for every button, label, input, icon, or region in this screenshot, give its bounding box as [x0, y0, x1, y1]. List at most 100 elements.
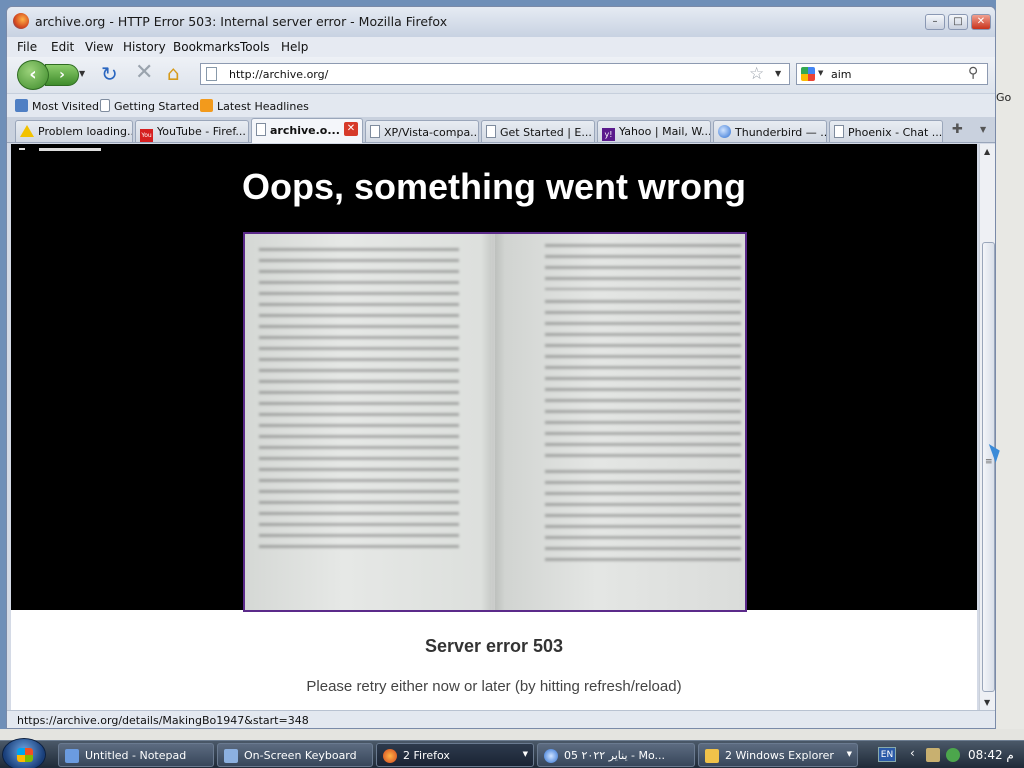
page-content: Oops, something went wrong Server error … [11, 144, 977, 710]
url-input[interactable]: http://archive.org/ [229, 68, 328, 81]
taskbar-item-keyboard[interactable]: On-Screen Keyboard [217, 743, 373, 767]
tab-phoenix[interactable]: Phoenix - Chat ... [829, 120, 943, 142]
page-heading: Oops, something went wrong [242, 166, 746, 207]
taskbar-item-label: 2 Firefox [403, 749, 450, 762]
menu-help[interactable]: Help [281, 40, 308, 54]
search-bar[interactable]: ▼ aim ⚲ [796, 63, 988, 85]
keyboard-icon [224, 749, 238, 763]
search-input[interactable]: aim [831, 68, 852, 81]
bookmarks-toolbar: Most Visited Getting Started Latest Head… [7, 93, 995, 117]
tab-label: Thunderbird — ... [735, 126, 827, 139]
stop-icon[interactable]: ✕ [135, 62, 153, 84]
tab-list-dropdown-icon[interactable]: ▼ [980, 125, 986, 134]
page-icon [100, 99, 110, 112]
navigation-toolbar: › ‹ ▼ ↻ ✕ ⌂ http://archive.org/ ☆ ▼ ▼ ai… [7, 57, 995, 93]
tab-scroll-icon[interactable]: ✚ [952, 122, 963, 137]
loading-indicator-dash [19, 148, 25, 150]
tab-thunderbird[interactable]: Thunderbird — ... [713, 120, 827, 142]
book-scan-image [243, 232, 747, 612]
taskbar-item-thunderbird[interactable]: 05 يناير ٢٠٢٢ - Mo... [537, 743, 695, 767]
back-forward-group: › ‹ [17, 60, 79, 90]
page-icon [256, 123, 266, 136]
firefox-icon [383, 749, 397, 763]
tab-label: Problem loading... [38, 125, 133, 138]
desktop-background [996, 0, 1024, 740]
thunderbird-icon [544, 749, 558, 763]
rss-icon [200, 99, 213, 112]
taskbar-item-explorer[interactable]: 2 Windows Explorer ▼ [698, 743, 858, 767]
vertical-scrollbar[interactable]: ▲ ≡ ▼ [979, 144, 995, 710]
menu-bar: File Edit View History Bookmarks Tools H… [7, 37, 995, 57]
scrollbar-thumb[interactable]: ≡ [982, 242, 995, 692]
book-text-block-right-middle [545, 300, 741, 458]
scroll-down-icon[interactable]: ▼ [984, 698, 990, 707]
bookmark-star-icon[interactable]: ☆ [749, 64, 764, 84]
status-text: https://archive.org/details/MakingBo1947… [17, 714, 309, 727]
tab-label: archive.o... [270, 124, 340, 137]
forward-button[interactable]: › [45, 64, 79, 86]
loading-indicator-bar [39, 148, 101, 151]
show-hidden-icons-icon[interactable]: ‹ [910, 746, 915, 760]
menu-history[interactable]: History [123, 40, 166, 54]
most-visited-icon [15, 99, 28, 112]
magnifier-icon[interactable]: ⚲ [968, 65, 978, 81]
windows-logo-icon [17, 748, 33, 762]
page-icon [206, 67, 217, 81]
youtube-icon: You [140, 129, 153, 142]
url-history-dropdown-icon[interactable]: ▼ [775, 69, 781, 78]
menu-file[interactable]: File [17, 40, 37, 54]
scroll-up-icon[interactable]: ▲ [984, 147, 990, 156]
url-bar[interactable]: http://archive.org/ ☆ ▼ [200, 63, 790, 85]
menu-edit[interactable]: Edit [51, 40, 74, 54]
tab-bar: Problem loading... You YouTube - Firef...… [7, 117, 995, 143]
taskbar: Untitled - Notepad On-Screen Keyboard 2 … [0, 738, 1024, 768]
tab-youtube[interactable]: You YouTube - Firef... [135, 120, 249, 142]
tab-label: Phoenix - Chat ... [848, 126, 943, 139]
tab-yahoo[interactable]: y! Yahoo | Mail, W... [597, 120, 711, 142]
reload-icon[interactable]: ↻ [101, 64, 118, 84]
close-button[interactable]: ✕ [971, 14, 991, 30]
bookmark-most-visited[interactable]: Most Visited [15, 99, 99, 113]
tray-app-icon[interactable] [926, 748, 940, 762]
minimize-button[interactable]: – [925, 14, 945, 30]
network-icon[interactable] [946, 748, 960, 762]
book-text-block-right-bottom [545, 470, 741, 568]
page-icon [834, 125, 844, 138]
home-icon[interactable]: ⌂ [167, 61, 180, 85]
history-dropdown-icon[interactable]: ▼ [79, 69, 85, 78]
tab-get-started[interactable]: Get Started | E... [481, 120, 595, 142]
menu-bookmarks[interactable]: Bookmarks [173, 40, 240, 54]
maximize-button[interactable]: □ [948, 14, 968, 30]
taskbar-item-label: 2 Windows Explorer [725, 749, 834, 762]
group-dropdown-icon: ▼ [846, 750, 852, 758]
desktop-go-label: Go [996, 91, 1012, 104]
clock[interactable]: م 08:42 [968, 748, 1014, 762]
window-title: archive.org - HTTP Error 503: Internal s… [35, 14, 448, 29]
language-indicator[interactable]: EN [878, 747, 896, 762]
taskbar-item-firefox[interactable]: 2 Firefox ▼ [376, 743, 534, 767]
warning-icon [20, 125, 34, 137]
tab-problem-loading[interactable]: Problem loading... [15, 120, 133, 142]
back-button[interactable]: ‹ [17, 60, 49, 90]
tab-xp-vista[interactable]: XP/Vista-compa... [365, 120, 479, 142]
scroll-grip-icon: ≡ [985, 457, 993, 467]
tab-close-icon[interactable]: ✕ [344, 122, 358, 136]
notepad-icon [65, 749, 79, 763]
firefox-window: archive.org - HTTP Error 503: Internal s… [6, 6, 996, 729]
background-window-strip [0, 729, 1024, 740]
taskbar-item-notepad[interactable]: Untitled - Notepad [58, 743, 214, 767]
engine-dropdown-icon[interactable]: ▼ [818, 69, 823, 77]
bookmark-latest-headlines[interactable]: Latest Headlines [200, 99, 309, 113]
bookmark-label: Most Visited [32, 100, 99, 113]
group-dropdown-icon: ▼ [522, 750, 528, 758]
error-title: Server error 503 [424, 636, 564, 656]
menu-tools[interactable]: Tools [240, 40, 270, 54]
bookmark-label: Getting Started [114, 100, 200, 113]
taskbar-item-label: 05 يناير ٢٠٢٢ - Mo... [564, 749, 665, 762]
title-bar[interactable]: archive.org - HTTP Error 503: Internal s… [7, 7, 995, 37]
book-gutter [481, 234, 505, 610]
menu-view[interactable]: View [85, 40, 113, 54]
google-icon[interactable] [801, 67, 815, 81]
bookmark-getting-started[interactable]: Getting Started [100, 99, 199, 113]
start-button[interactable] [2, 738, 46, 768]
